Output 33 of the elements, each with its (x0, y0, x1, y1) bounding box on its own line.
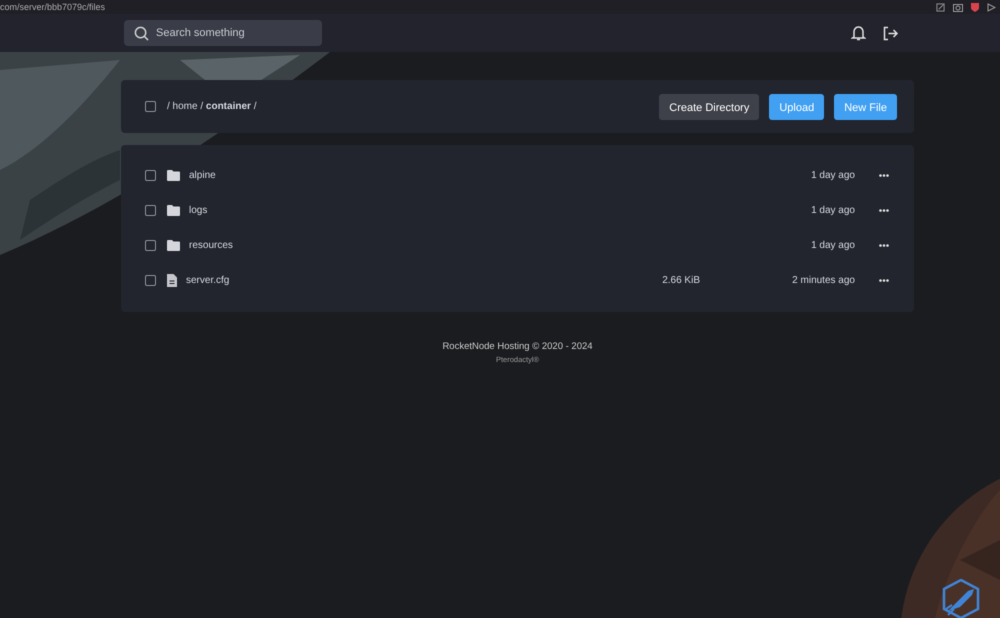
logout-icon[interactable] (883, 26, 899, 40)
camera-icon[interactable] (953, 2, 963, 12)
file-icon (167, 274, 177, 287)
search-field[interactable]: Search something (124, 20, 322, 46)
checkbox[interactable] (145, 170, 156, 181)
bell-icon[interactable] (851, 25, 866, 41)
checkbox[interactable] (145, 205, 156, 216)
send-icon[interactable] (987, 2, 996, 12)
more-icon[interactable] (879, 244, 889, 247)
address-url[interactable]: com/server/bbb7079c/files (0, 2, 106, 12)
modified-time: 1 day ago (810, 239, 855, 253)
file-name[interactable]: resources (189, 238, 233, 253)
modified-time: 1 day ago (810, 204, 855, 218)
breadcrumb-path[interactable]: / home / container / (167, 99, 256, 114)
edit-icon[interactable] (936, 2, 945, 12)
shield-icon[interactable] (971, 2, 979, 12)
modified-time: 1 day ago (810, 169, 855, 183)
more-icon[interactable] (879, 278, 889, 282)
checkbox[interactable] (145, 240, 156, 251)
file-name[interactable]: server.cfg (186, 273, 230, 288)
file-name[interactable]: alpine (189, 168, 216, 183)
more-icon[interactable] (879, 174, 889, 177)
folder-icon (167, 170, 180, 181)
copyright-text: RocketNode Hosting © 2020 - 2024 (442, 340, 593, 354)
file-size: 2.66 KiB (661, 274, 700, 288)
modified-time: 2 minutes ago (791, 274, 855, 288)
more-icon[interactable] (879, 208, 889, 212)
checkbox[interactable] (145, 275, 156, 286)
checkbox[interactable] (145, 101, 156, 112)
folder-icon (167, 240, 180, 251)
file-name[interactable]: logs (189, 203, 208, 218)
folder-icon (167, 205, 180, 216)
secondary-button[interactable]: Create Directory (659, 94, 760, 120)
